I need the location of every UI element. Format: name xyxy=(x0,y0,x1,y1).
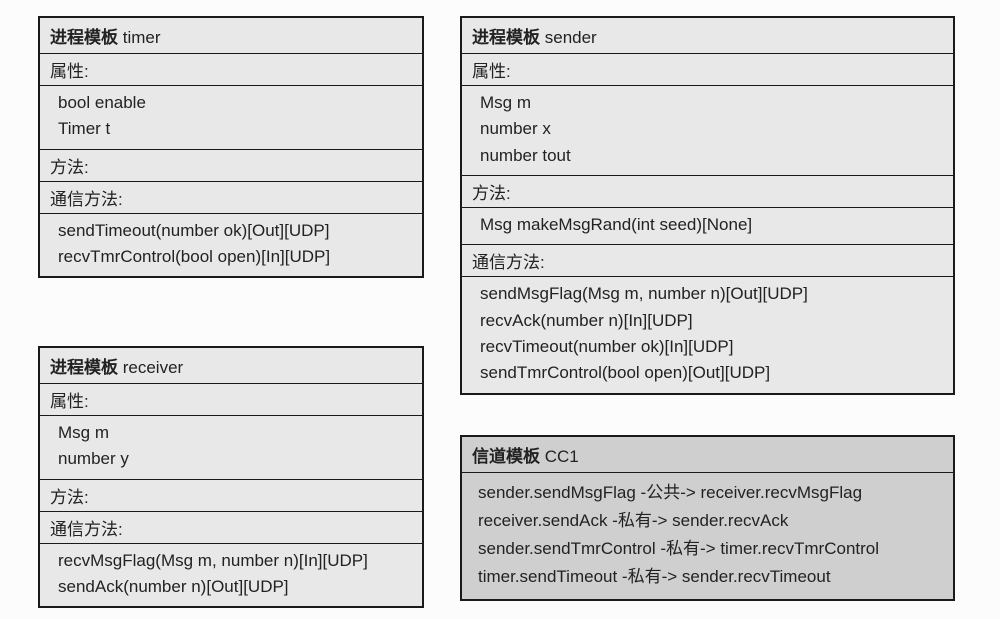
channel-template-cc1: 信道模板 CC1 sender.sendMsgFlag -公共-> receiv… xyxy=(460,435,955,601)
comm-label: 通信方法: xyxy=(462,245,953,277)
comm-line: sendAck(number n)[Out][UDP] xyxy=(58,574,412,600)
header-prefix: 进程模板 xyxy=(472,28,540,47)
attr-line: number x xyxy=(480,116,943,142)
channel-line: sender.sendTmrControl -私有-> timer.recvTm… xyxy=(478,535,943,563)
methods-label: 方法: xyxy=(462,176,953,208)
channel-line: timer.sendTimeout -私有-> sender.recvTimeo… xyxy=(478,563,943,591)
comm-line: sendTimeout(number ok)[Out][UDP] xyxy=(58,218,412,244)
header-prefix: 信道模板 xyxy=(472,447,540,466)
comm-line: recvTmrControl(bool open)[In][UDP] xyxy=(58,244,412,270)
comm-line: recvAck(number n)[In][UDP] xyxy=(480,308,943,334)
process-template-receiver: 进程模板 receiver 属性: Msg m number y 方法: 通信方… xyxy=(38,346,424,608)
methods-label: 方法: xyxy=(40,150,422,182)
box-header: 进程模板 timer xyxy=(40,18,422,54)
header-prefix: 进程模板 xyxy=(50,28,118,47)
attrs-body: Msg m number y xyxy=(40,416,422,480)
attrs-body: bool enable Timer t xyxy=(40,86,422,150)
methods-body: Msg makeMsgRand(int seed)[None] xyxy=(462,208,953,245)
header-name: sender xyxy=(545,28,597,47)
process-template-timer: 进程模板 timer 属性: bool enable Timer t 方法: 通… xyxy=(38,16,424,278)
header-name: CC1 xyxy=(545,447,579,466)
attrs-label: 属性: xyxy=(40,384,422,416)
comm-label: 通信方法: xyxy=(40,182,422,214)
comm-body: sendTimeout(number ok)[Out][UDP] recvTmr… xyxy=(40,214,422,277)
comm-body: sendMsgFlag(Msg m, number n)[Out][UDP] r… xyxy=(462,277,953,392)
header-name: receiver xyxy=(123,358,183,377)
comm-line: sendMsgFlag(Msg m, number n)[Out][UDP] xyxy=(480,281,943,307)
attr-line: number y xyxy=(58,446,412,472)
attr-line: Msg m xyxy=(480,90,943,116)
channel-body: sender.sendMsgFlag -公共-> receiver.recvMs… xyxy=(462,473,953,599)
channel-line: receiver.sendAck -私有-> sender.recvAck xyxy=(478,507,943,535)
attrs-label: 属性: xyxy=(462,54,953,86)
attr-line: Msg m xyxy=(58,420,412,446)
method-line: Msg makeMsgRand(int seed)[None] xyxy=(480,212,943,238)
attr-line: number tout xyxy=(480,143,943,169)
box-header: 进程模板 sender xyxy=(462,18,953,54)
attr-line: bool enable xyxy=(58,90,412,116)
comm-line: recvMsgFlag(Msg m, number n)[In][UDP] xyxy=(58,548,412,574)
attrs-body: Msg m number x number tout xyxy=(462,86,953,176)
methods-label: 方法: xyxy=(40,480,422,512)
comm-label: 通信方法: xyxy=(40,512,422,544)
header-name: timer xyxy=(123,28,161,47)
attr-line: Timer t xyxy=(58,116,412,142)
process-template-sender: 进程模板 sender 属性: Msg m number x number to… xyxy=(460,16,955,395)
channel-line: sender.sendMsgFlag -公共-> receiver.recvMs… xyxy=(478,479,943,507)
header-prefix: 进程模板 xyxy=(50,358,118,377)
box-header: 进程模板 receiver xyxy=(40,348,422,384)
box-header: 信道模板 CC1 xyxy=(462,437,953,473)
comm-line: recvTimeout(number ok)[In][UDP] xyxy=(480,334,943,360)
attrs-label: 属性: xyxy=(40,54,422,86)
comm-body: recvMsgFlag(Msg m, number n)[In][UDP] se… xyxy=(40,544,422,607)
comm-line: sendTmrControl(bool open)[Out][UDP] xyxy=(480,360,943,386)
